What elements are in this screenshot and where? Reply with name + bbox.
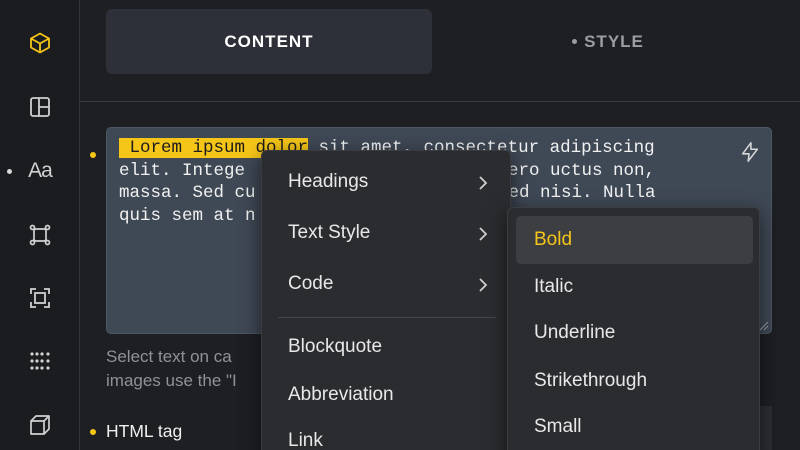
- menu-item-code[interactable]: Code: [288, 273, 333, 295]
- typography-icon: Aa: [28, 159, 53, 182]
- context-menu: Headings Text Style Code Blockquote Abbr…: [261, 150, 511, 450]
- grid-dots-icon: [30, 352, 50, 370]
- tab-style-label: STYLE: [584, 31, 644, 51]
- html-tag-label: HTML tag: [106, 421, 183, 441]
- editor-line3: massa. Sed cu: [119, 183, 256, 203]
- text-style-submenu: Bold Italic Underline Strikethrough Smal…: [507, 207, 760, 450]
- rail-item-grid[interactable]: [0, 339, 80, 383]
- menu-item-text-style[interactable]: Text Style: [288, 222, 370, 244]
- editor-line4: quis sem at n: [119, 205, 256, 226]
- rail-item-frame[interactable]: [0, 276, 80, 320]
- menu-item-blockquote[interactable]: Blockquote: [288, 336, 382, 358]
- menu-item-link[interactable]: Link: [288, 430, 323, 450]
- menu-item-label: Abbreviation: [288, 384, 394, 405]
- modified-indicator: [90, 152, 96, 158]
- submenu-item-italic[interactable]: Italic: [534, 276, 573, 298]
- rail-item-typography[interactable]: Aa: [0, 149, 80, 193]
- submenu-item-underline[interactable]: Underline: [534, 322, 615, 344]
- cube-icon: [30, 32, 50, 54]
- menu-item-abbreviation[interactable]: Abbreviation: [288, 384, 394, 406]
- menu-item-label: Blockquote: [288, 336, 383, 357]
- help-line2: images use the "I: [106, 371, 237, 390]
- rail-item-components[interactable]: [0, 213, 80, 257]
- editor-line2-right: ibero uctus non,: [487, 160, 656, 181]
- modified-dot: [572, 39, 578, 44]
- panel-tabs: CONTENT STYLE: [80, 0, 800, 102]
- help-line1: Select text on ca: [106, 347, 232, 366]
- component-icon: [29, 224, 51, 246]
- submenu-item-small[interactable]: Small: [534, 416, 582, 438]
- menu-divider: [278, 317, 496, 318]
- html-tag-indicator: [90, 429, 96, 435]
- help-text: Select text on ca images use the "I: [106, 345, 237, 393]
- tab-content[interactable]: CONTENT: [106, 9, 432, 74]
- chevron-right-icon: [479, 176, 488, 190]
- menu-item-label: Headings: [288, 171, 369, 192]
- menu-item-label: Code: [288, 273, 334, 294]
- tab-content-label: CONTENT: [224, 31, 314, 51]
- frame-icon: [30, 288, 50, 308]
- chevron-right-icon: [479, 227, 488, 241]
- rail-item-layout[interactable]: [0, 85, 80, 129]
- layout-icon: [30, 97, 50, 117]
- chevron-right-icon: [479, 278, 488, 292]
- lightning-icon[interactable]: [739, 141, 761, 163]
- tab-style[interactable]: STYLE: [480, 9, 736, 74]
- rail-item-3d[interactable]: [0, 403, 80, 447]
- menu-item-headings[interactable]: Headings: [288, 171, 368, 193]
- box-3d-icon: [30, 415, 50, 435]
- active-dot: [7, 169, 12, 174]
- left-rail: Aa: [0, 0, 80, 450]
- editor-line2: elit. Intege: [119, 160, 246, 181]
- menu-item-label: Link: [288, 430, 323, 450]
- rail-item-elements[interactable]: [0, 21, 80, 65]
- resize-handle-icon[interactable]: [759, 321, 769, 331]
- submenu-item-strikethrough[interactable]: Strikethrough: [534, 370, 647, 392]
- submenu-item-bold[interactable]: Bold: [534, 229, 572, 251]
- menu-item-label: Text Style: [288, 222, 371, 243]
